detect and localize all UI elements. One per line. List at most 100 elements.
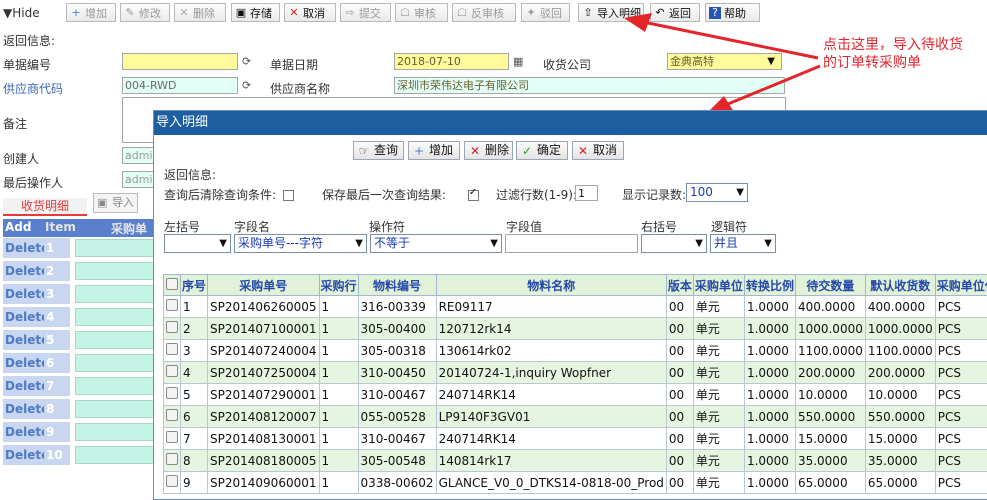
row-checkbox[interactable] [166,431,178,443]
display-count-select[interactable]: 100▼ [686,183,748,202]
select-all-checkbox[interactable] [166,278,178,290]
supplier-name-input[interactable]: 深圳市荣伟达电子有限公司 [394,77,785,94]
cond-op-select[interactable]: 不等于▼ [370,234,502,253]
delete-row-link[interactable]: Delete [3,353,45,373]
delete-row-link[interactable]: Delete [3,307,45,327]
clear-after-query-checkbox[interactable] [283,190,294,201]
table-row[interactable]: 2SP2014071000011305-00400120712rk1400单元1… [164,318,987,340]
po-cell[interactable] [75,239,155,257]
table-row[interactable]: 5SP2014072900011310-00467240714RK1400单元1… [164,384,987,406]
row-select-cell[interactable] [164,340,181,362]
table-row[interactable]: 3SP2014072400041305-00318130614rk0200单元1… [164,340,987,362]
column-header[interactable]: 物料编号 [358,275,436,296]
row-select-cell[interactable] [164,296,181,318]
table-row[interactable]: 8SP2014081800051305-00548140814rk1700单元1… [164,450,987,472]
row-select-cell[interactable] [164,406,181,428]
row-checkbox[interactable] [166,365,178,377]
delete-row-link[interactable]: Delete [3,261,45,281]
refresh-icon[interactable]: ⟳ [242,55,255,68]
table-row[interactable]: 6SP2014081200071055-00528LP9140F3GV0100单… [164,406,987,428]
row-select-cell[interactable] [164,362,181,384]
supplier-code-input[interactable]: 004-RWD [122,77,238,94]
row-checkbox[interactable] [166,453,178,465]
delete-row-link[interactable]: Delete [3,284,45,304]
column-header[interactable]: 采购单号 [208,275,319,296]
column-header[interactable]: 版本 [666,275,693,296]
reject-button[interactable]: ✦驳回 [521,3,570,22]
column-header[interactable]: 采购单位 [693,275,744,296]
row-select-cell[interactable] [164,384,181,406]
import-button[interactable]: ▣ 导入 [93,193,138,213]
cond-left-select[interactable]: ▼ [164,234,231,253]
refresh-icon[interactable]: ⟳ [242,79,255,92]
cond-logic-select[interactable]: 并且▼ [710,234,776,253]
row-checkbox[interactable] [166,343,178,355]
cond-value-input[interactable] [505,234,638,253]
edit-button[interactable]: ✎修改 [120,3,170,22]
delete-row-link[interactable]: Delete [3,330,45,350]
dialog-confirm-button[interactable]: ✓确定 [516,141,568,160]
po-cell[interactable] [75,285,155,303]
column-header[interactable]: 待交数量 [795,275,865,296]
column-header[interactable]: 物料名称 [436,275,666,296]
dialog-cancel-button[interactable]: ✕取消 [572,141,624,160]
tab-receipt-detail[interactable]: 收货明细 [3,198,87,216]
add-button[interactable]: +增加 [66,3,116,22]
save-button[interactable]: ▣存储 [231,3,280,22]
delete-button[interactable]: ✕删除 [174,3,226,22]
unapprove-button[interactable]: ☖反审核 [452,3,516,22]
po-cell[interactable] [75,262,155,280]
table-cell: SP201408130001 [208,428,319,450]
col-add[interactable]: Add [5,220,31,234]
po-cell[interactable] [75,423,155,441]
table-row[interactable]: 7SP2014081300011310-00467240714RK1400单元1… [164,428,987,450]
select-all-header[interactable] [164,275,181,296]
import-detail-button[interactable]: ⇧导入明细 [578,3,644,22]
delete-row-link[interactable]: Delete [3,238,45,258]
dialog-query-button[interactable]: ☞查询 [353,141,404,160]
delete-row-link[interactable]: Delete [3,445,45,465]
cancel-button[interactable]: ✕取消 [284,3,336,22]
column-header[interactable]: 采购单位代码 [935,275,987,296]
po-cell[interactable] [75,446,155,464]
column-header[interactable]: 默认收货数 [865,275,935,296]
row-checkbox[interactable] [166,409,178,421]
column-header[interactable]: 转换比例 [744,275,795,296]
po-cell[interactable] [75,377,155,395]
dialog-add-button[interactable]: +增加 [408,141,460,160]
row-select-cell[interactable] [164,472,181,494]
row-select-cell[interactable] [164,450,181,472]
row-checkbox[interactable] [166,321,178,333]
table-row[interactable]: 1SP2014062600051316-00339RE0911700单元1.00… [164,296,987,318]
po-cell[interactable] [75,354,155,372]
doc-date-input[interactable]: 2018-07-10 [394,53,509,70]
row-select-cell[interactable] [164,428,181,450]
column-header[interactable]: 序号 [181,275,208,296]
table-row[interactable]: 9SP20140906000110338-00602GLANCE_V0_0_DT… [164,472,987,494]
delete-row-link[interactable]: Delete [3,399,45,419]
cond-field-select[interactable]: 采购单号---字符▼ [234,234,367,253]
row-select-cell[interactable] [164,318,181,340]
help-button[interactable]: ?帮助 [705,3,760,22]
po-cell[interactable] [75,400,155,418]
delete-row-link[interactable]: Delete [3,422,45,442]
delete-row-link[interactable]: Delete [3,376,45,396]
calendar-icon[interactable]: ▦ [513,55,526,68]
table-row[interactable]: 4SP2014072500041310-0045020140724-1,inqu… [164,362,987,384]
row-checkbox[interactable] [166,475,178,487]
filter-rows-input[interactable]: 1 [575,185,598,201]
doc-no-input[interactable] [122,53,238,70]
company-select[interactable]: 金典高特 ▼ [667,53,782,70]
submit-button[interactable]: ⇨提交 [340,3,391,22]
row-checkbox[interactable] [166,387,178,399]
po-cell[interactable] [75,308,155,326]
cond-right-select[interactable]: ▼ [641,234,707,253]
hide-toggle[interactable]: ▼Hide [3,6,40,20]
column-header[interactable]: 采购行 [319,275,358,296]
back-button[interactable]: ↶返回 [650,3,700,22]
save-last-result-checkbox[interactable] [468,190,479,201]
dialog-delete-button[interactable]: ✕删除 [464,141,513,160]
po-cell[interactable] [75,331,155,349]
row-checkbox[interactable] [166,299,178,311]
approve-button[interactable]: ☖审核 [395,3,448,22]
